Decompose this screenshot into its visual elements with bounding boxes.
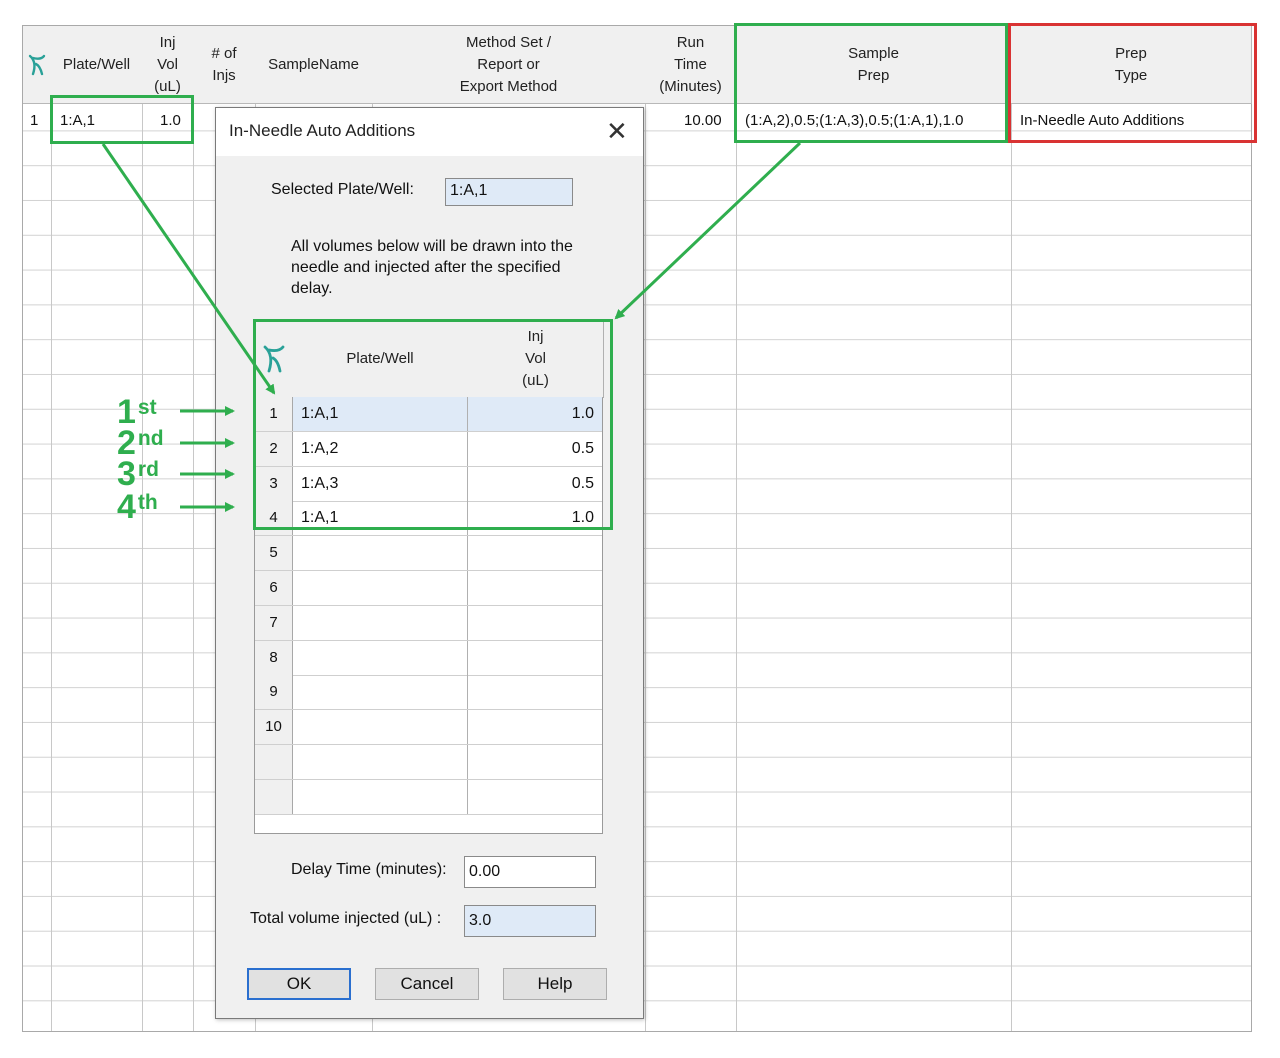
table-row[interactable]: 6 [255,571,602,606]
grid-header-sample-name[interactable]: SampleName [255,26,373,104]
column-divider [467,675,468,710]
waters-logo-icon [28,54,46,75]
delay-time-input[interactable]: 0.00 [464,856,596,888]
table-header-plate-well[interactable]: Plate/Well [292,321,469,398]
waters-logo-icon [263,345,284,373]
plate-well-cell[interactable]: 1:A,1 [301,397,338,431]
cancel-button[interactable]: Cancel [375,968,479,1000]
table-row[interactable]: 2 1:A,2 0.5 [255,431,602,467]
table-row[interactable]: 9 [255,675,602,711]
column-divider [467,466,468,501]
additions-table: Plate/Well Inj Vol (uL) 1 1:A,1 1.0 2 1:A,2 0… [254,320,604,834]
row-number[interactable]: 8 [255,640,293,675]
grid-cell-sample-prep[interactable]: (1:A,2),0.5;(1:A,3),0.5;(1:A,1),1.0 [745,103,963,139]
grid-header-inj-vol[interactable]: Inj Vol (uL) [142,26,194,104]
grid-cell-run-time[interactable]: 10.00 [684,103,722,139]
inj-vol-cell[interactable]: 0.5 [572,467,594,501]
row-number[interactable]: 4 [255,501,293,536]
row-number[interactable]: 9 [255,675,293,710]
column-divider [467,397,468,431]
instruction-text: All volumes below will be drawn into the… [291,238,573,297]
row-number[interactable] [255,779,293,814]
grid-cell-inj-vol[interactable]: 1.0 [160,103,181,139]
table-row[interactable]: 10 [255,710,602,746]
close-icon[interactable]: ✕ [606,118,628,144]
column-divider [467,710,468,745]
table-row[interactable]: 5 [255,536,602,572]
grid-logo-header [23,26,52,104]
grid-row-number: 1 [30,112,39,129]
dialog-title: In-Needle Auto Additions [229,121,416,140]
in-needle-auto-additions-dialog: In-Needle Auto Additions ✕ Selected Plat… [215,107,644,1019]
column-divider [467,745,468,779]
column-divider [467,431,468,466]
dialog-titlebar[interactable]: In-Needle Auto Additions ✕ [216,108,643,156]
row-number[interactable]: 2 [255,431,293,466]
selected-plate-well-field[interactable]: 1:A,1 [445,178,573,206]
grid-header-sample-prep[interactable]: Sample Prep [736,26,1012,104]
grid-header-method-set[interactable]: Method Set / Report or Export Method [372,26,646,104]
table-logo-header [255,321,293,398]
inj-vol-cell[interactable]: 1.0 [572,397,594,431]
ok-button[interactable]: OK [247,968,351,1000]
grid-cell-prep-type[interactable]: In-Needle Auto Additions [1020,103,1184,139]
delay-time-label: Delay Time (minutes): [291,861,447,878]
plate-well-cell[interactable]: 1:A,2 [301,432,338,466]
column-divider [467,640,468,675]
order-label-4th: 4th [117,488,158,526]
plate-well-cell[interactable]: 1:A,1 [301,501,338,535]
row-number[interactable]: 3 [255,466,293,501]
row-number[interactable]: 6 [255,571,293,605]
total-volume-label: Total volume injected (uL) : [250,910,442,927]
grid-cell-plate-well[interactable]: 1:A,1 [60,103,95,139]
row-number[interactable]: 1 [255,397,293,431]
table-row[interactable] [255,779,602,815]
row-number[interactable]: 5 [255,536,293,571]
table-row[interactable]: 7 [255,605,602,641]
order-label-3rd: 3rd [117,455,159,493]
column-divider [467,501,468,536]
row-number[interactable] [255,745,293,779]
inj-vol-cell[interactable]: 0.5 [572,432,594,466]
table-row[interactable]: 3 1:A,3 0.5 [255,466,602,502]
grid-header-prep-type[interactable]: Prep Type [1011,26,1252,104]
table-row[interactable]: 1 1:A,1 1.0 [255,397,602,432]
row-number[interactable]: 10 [255,710,293,745]
column-divider [467,536,468,571]
table-row[interactable]: 4 1:A,1 1.0 [255,501,602,537]
table-row[interactable]: 8 [255,640,602,676]
selected-plate-well-label: Selected Plate/Well: [271,181,414,198]
plate-well-cell[interactable]: 1:A,3 [301,467,338,501]
grid-header-plate-well[interactable]: Plate/Well [51,26,143,104]
column-divider [467,571,468,605]
total-volume-field: 3.0 [464,905,596,937]
column-divider [467,779,468,814]
grid-header-run-time[interactable]: Run Time (Minutes) [645,26,737,104]
table-row[interactable] [255,745,602,780]
row-number[interactable]: 7 [255,605,293,640]
help-button[interactable]: Help [503,968,607,1000]
table-header-inj-vol[interactable]: Inj Vol (uL) [468,321,604,398]
column-divider [467,605,468,640]
grid-header-num-injs[interactable]: # of Injs [193,26,256,104]
inj-vol-cell[interactable]: 1.0 [572,501,594,535]
